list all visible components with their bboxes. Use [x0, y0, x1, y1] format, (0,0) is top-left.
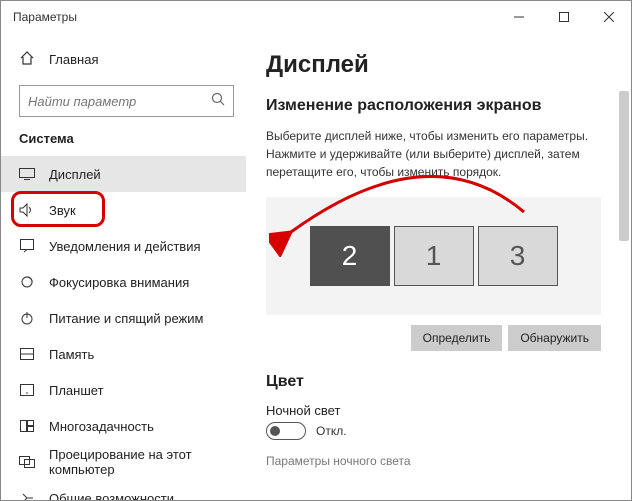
sidebar-item-display[interactable]: Дисплей: [1, 156, 246, 192]
sidebar-item-label: Планшет: [49, 383, 104, 398]
sidebar-item-label: Звук: [49, 203, 76, 218]
nightlight-label: Ночной свет: [266, 403, 619, 418]
sound-icon: [19, 203, 35, 217]
sidebar-item-label: Проецирование на этот компьютер: [49, 447, 246, 477]
sidebar-item-storage[interactable]: Память: [1, 336, 246, 372]
sidebar-item-focus[interactable]: Фокусировка внимания: [1, 264, 246, 300]
sidebar-home[interactable]: Главная: [1, 41, 246, 77]
minimize-button[interactable]: [496, 1, 541, 33]
sidebar-item-label: Память: [49, 347, 94, 362]
identify-button[interactable]: Определить: [411, 325, 503, 351]
section-color-title: Цвет: [266, 373, 619, 391]
detect-button[interactable]: Обнаружить: [508, 325, 601, 351]
sidebar-item-tablet[interactable]: Планшет: [1, 372, 246, 408]
scrollbar[interactable]: [619, 91, 629, 241]
nightlight-toggle[interactable]: [266, 422, 306, 440]
sidebar-item-label: Многозадачность: [49, 419, 154, 434]
focus-icon: [19, 275, 35, 289]
sidebar-item-multitasking[interactable]: Многозадачность: [1, 408, 246, 444]
monitor-tile-3[interactable]: 3: [478, 226, 558, 286]
content-pane: Дисплей Изменение расположения экранов В…: [246, 33, 631, 500]
sidebar-item-label: Фокусировка внимания: [49, 275, 189, 290]
monitor-arrangement-area[interactable]: 2 1 3: [266, 197, 601, 315]
sidebar-item-label: Питание и спящий режим: [49, 311, 203, 326]
search-input[interactable]: [19, 85, 234, 117]
sidebar-item-shared[interactable]: Общие возможности: [1, 480, 246, 500]
titlebar: Параметры: [1, 1, 631, 33]
sidebar-item-power[interactable]: Питание и спящий режим: [1, 300, 246, 336]
monitor-tile-1[interactable]: 1: [394, 226, 474, 286]
storage-icon: [19, 348, 35, 360]
power-icon: [19, 311, 35, 325]
sidebar-item-notifications[interactable]: Уведомления и действия: [1, 228, 246, 264]
monitor-tile-2[interactable]: 2: [310, 226, 390, 286]
window-title: Параметры: [13, 10, 77, 24]
multitasking-icon: [19, 420, 35, 432]
sidebar-group-title: Система: [1, 131, 246, 146]
nightlight-state: Откл.: [316, 424, 347, 438]
sidebar-item-label: Общие возможности: [49, 491, 174, 501]
search-field[interactable]: [28, 94, 211, 109]
sidebar-item-label: Дисплей: [49, 167, 101, 182]
shared-icon: [19, 491, 35, 500]
sidebar-home-label: Главная: [49, 52, 98, 67]
sidebar-item-projecting[interactable]: Проецирование на этот компьютер: [1, 444, 246, 480]
tablet-icon: [19, 384, 35, 396]
window-controls: [496, 1, 631, 33]
page-title: Дисплей: [266, 51, 619, 79]
projecting-icon: [19, 456, 35, 468]
section-rearrange-title: Изменение расположения экранов: [266, 97, 619, 115]
close-button[interactable]: [586, 1, 631, 33]
search-icon: [211, 92, 225, 111]
notifications-icon: [19, 239, 35, 253]
rearrange-description: Выберите дисплей ниже, чтобы изменить ег…: [266, 127, 606, 181]
sidebar: Главная Система Дисплей Звук Уведомления…: [1, 33, 246, 500]
sidebar-item-label: Уведомления и действия: [49, 239, 201, 254]
sidebar-item-sound[interactable]: Звук: [1, 192, 246, 228]
maximize-button[interactable]: [541, 1, 586, 33]
home-icon: [19, 50, 35, 69]
nightlight-settings-link[interactable]: Параметры ночного света: [266, 454, 619, 468]
display-icon: [19, 168, 35, 180]
